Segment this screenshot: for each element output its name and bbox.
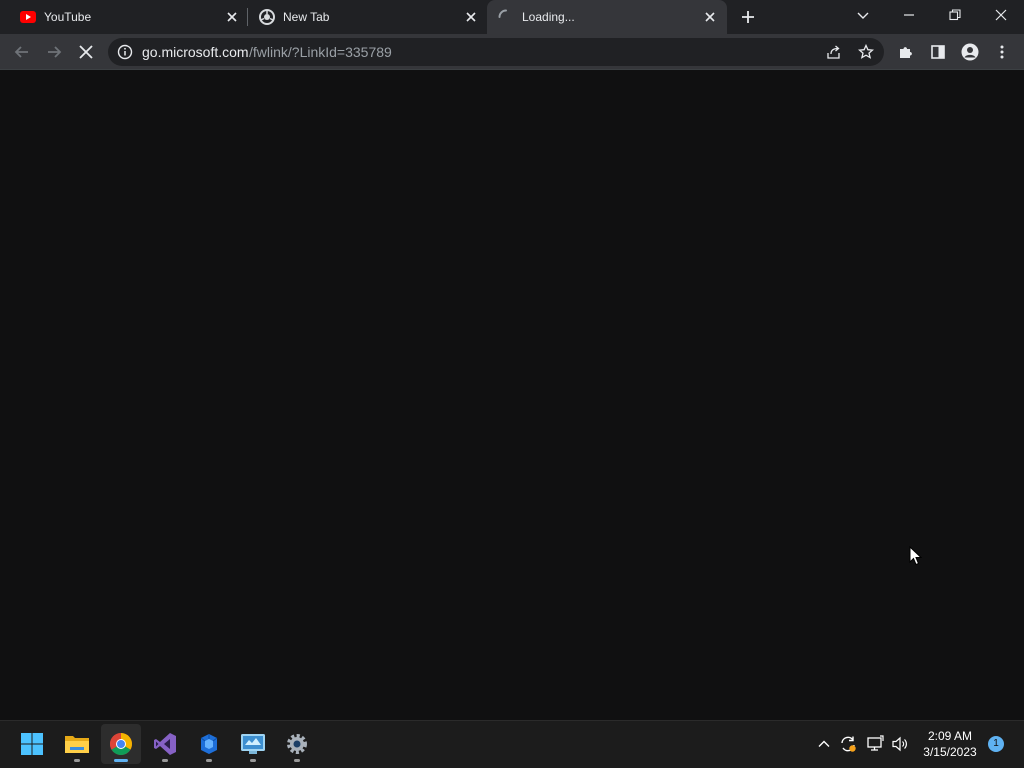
url-host: go.microsoft.com bbox=[142, 44, 249, 60]
sync-status-button[interactable] bbox=[838, 734, 858, 754]
start-icon bbox=[21, 733, 43, 755]
close-tab-icon[interactable] bbox=[702, 9, 718, 25]
new-tab-button[interactable] bbox=[733, 2, 763, 32]
tab-new-tab[interactable]: New Tab bbox=[248, 0, 486, 34]
side-panel-icon bbox=[931, 45, 945, 59]
running-indicator bbox=[162, 759, 168, 762]
chrome-icon bbox=[110, 733, 132, 755]
chevron-down-icon bbox=[857, 12, 869, 19]
share-icon bbox=[827, 45, 840, 59]
close-window-button[interactable] bbox=[978, 0, 1024, 30]
close-tab-icon[interactable] bbox=[224, 9, 240, 25]
back-button[interactable] bbox=[8, 38, 36, 66]
tab-title: Loading... bbox=[522, 10, 575, 24]
running-indicator bbox=[74, 759, 80, 762]
settings-icon bbox=[287, 734, 307, 754]
extensions-button[interactable] bbox=[892, 38, 920, 66]
minimize-icon bbox=[904, 14, 914, 16]
file-explorer-icon bbox=[65, 736, 89, 753]
azure-data-studio-icon bbox=[200, 734, 218, 754]
restore-icon bbox=[949, 9, 961, 21]
minimize-button[interactable] bbox=[886, 0, 932, 30]
share-button[interactable] bbox=[820, 38, 848, 66]
tab-search-button[interactable] bbox=[840, 0, 886, 30]
star-icon bbox=[858, 44, 874, 59]
page-content[interactable] bbox=[0, 70, 1024, 720]
running-indicator bbox=[294, 759, 300, 762]
more-vert-icon bbox=[1000, 45, 1004, 59]
network-icon bbox=[867, 735, 884, 751]
restore-button[interactable] bbox=[932, 0, 978, 30]
tab-title: YouTube bbox=[44, 10, 92, 24]
menu-button[interactable] bbox=[988, 38, 1016, 66]
tab-loading[interactable]: Loading... bbox=[487, 0, 727, 34]
speaker-icon bbox=[892, 736, 907, 752]
volume-button[interactable] bbox=[890, 734, 910, 754]
show-hidden-icons-button[interactable] bbox=[814, 734, 834, 754]
taskbar-visual-studio[interactable] bbox=[145, 724, 185, 764]
control-panel-icon bbox=[241, 734, 265, 754]
network-button[interactable] bbox=[865, 734, 885, 754]
url-path: /fwlink/?LinkId=335789 bbox=[249, 44, 392, 60]
sync-icon bbox=[841, 736, 856, 752]
start-button[interactable] bbox=[12, 724, 52, 764]
running-indicator bbox=[206, 759, 212, 762]
chevron-up-icon bbox=[818, 740, 830, 747]
arrow-right-icon bbox=[48, 46, 62, 58]
stop-loading-button[interactable] bbox=[72, 38, 100, 66]
tab-title: New Tab bbox=[283, 10, 330, 24]
taskbar-control-panel[interactable] bbox=[233, 724, 273, 764]
puzzle-icon bbox=[900, 47, 912, 58]
close-tab-icon[interactable] bbox=[463, 9, 479, 25]
clock-date[interactable]: 3/15/2023 bbox=[918, 745, 982, 759]
profile-icon bbox=[961, 43, 979, 61]
profile-button[interactable] bbox=[956, 38, 984, 66]
tab-strip: YouTube New Tab Loading... bbox=[0, 0, 1024, 34]
close-icon bbox=[995, 9, 1007, 21]
taskbar-settings[interactable] bbox=[277, 724, 317, 764]
taskbar-file-explorer[interactable] bbox=[57, 724, 97, 764]
notification-badge[interactable]: 1 bbox=[988, 736, 1004, 752]
visual-studio-icon bbox=[154, 733, 176, 755]
clock-time[interactable]: 2:09 AM bbox=[920, 729, 980, 743]
close-icon bbox=[79, 45, 93, 59]
running-indicator bbox=[250, 759, 256, 762]
bookmark-button[interactable] bbox=[852, 38, 880, 66]
side-panel-button[interactable] bbox=[924, 38, 952, 66]
plus-icon bbox=[742, 11, 754, 23]
tab-youtube[interactable]: YouTube bbox=[0, 0, 246, 34]
arrow-left-icon bbox=[14, 46, 28, 58]
youtube-icon bbox=[20, 11, 36, 23]
mouse-cursor-icon bbox=[909, 546, 923, 566]
active-indicator bbox=[114, 759, 128, 762]
info-icon[interactable] bbox=[117, 44, 133, 60]
taskbar-azure-data-studio[interactable] bbox=[189, 724, 229, 764]
forward-button[interactable] bbox=[40, 38, 68, 66]
taskbar-chrome[interactable] bbox=[101, 724, 141, 764]
chrome-icon bbox=[259, 9, 275, 25]
loading-spinner-icon bbox=[498, 9, 507, 18]
